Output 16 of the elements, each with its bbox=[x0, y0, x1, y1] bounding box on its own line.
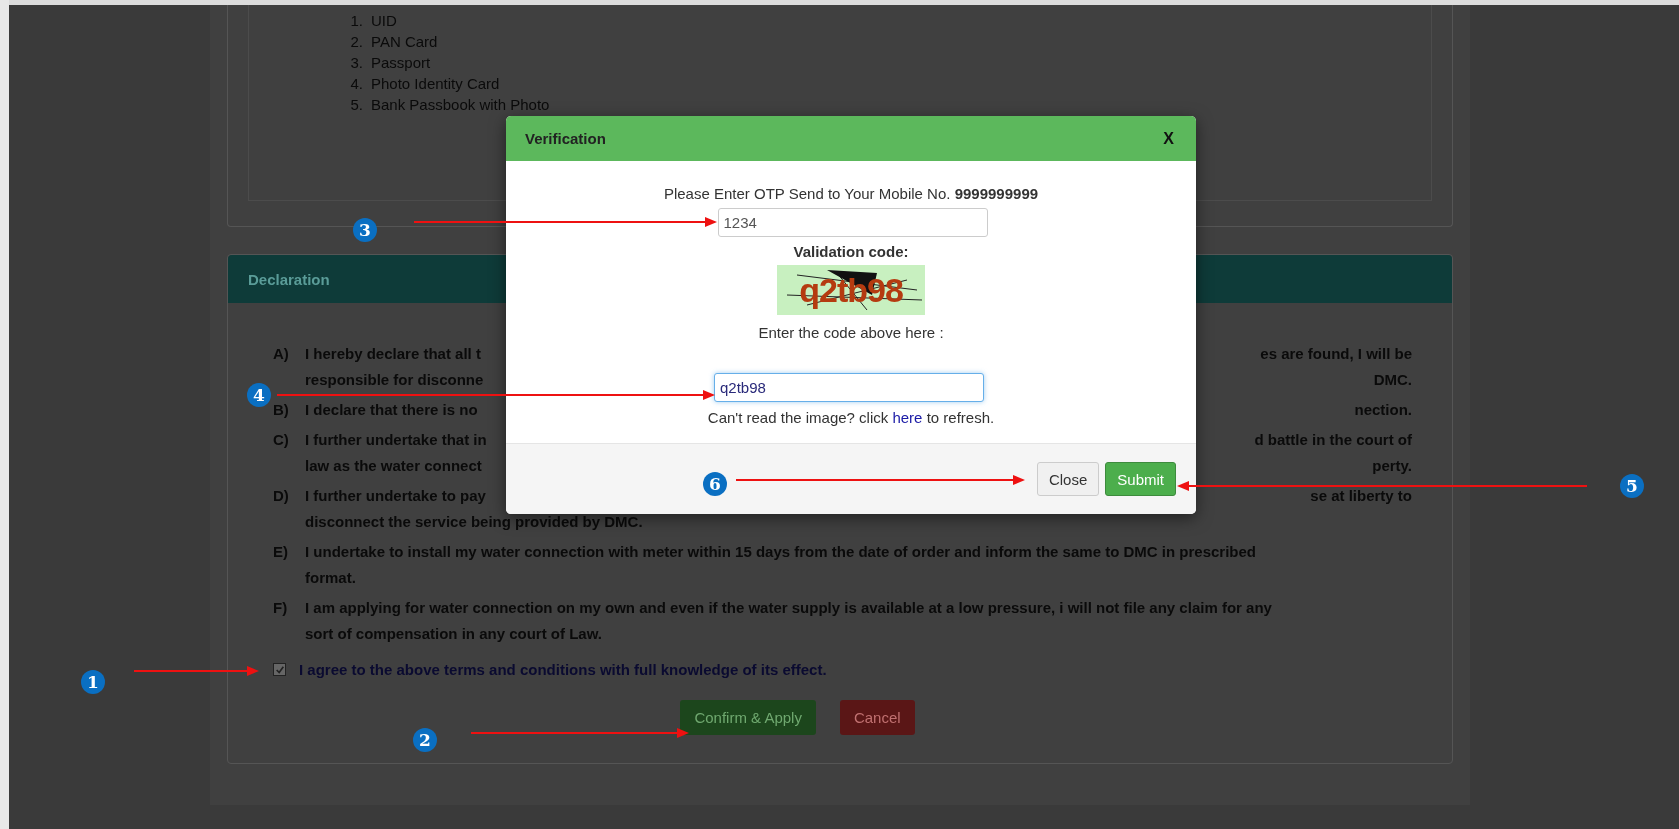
otp-prompt: Please Enter OTP Send to Your Mobile No. 9999999999 bbox=[663, 184, 1039, 204]
code-input[interactable]: q2tb98 bbox=[714, 373, 984, 402]
close-button[interactable]: X bbox=[1163, 129, 1174, 148]
cancel-button[interactable]: Cancel bbox=[839, 700, 915, 735]
dialog-title: Verification bbox=[525, 130, 606, 147]
agree-checkbox[interactable] bbox=[273, 663, 286, 676]
confirm-button[interactable]: Confirm & Apply bbox=[680, 700, 816, 735]
validation-label: Validation code: bbox=[793, 242, 909, 262]
code-label: Enter the code above here : bbox=[758, 323, 944, 343]
panel-title: Declaration bbox=[248, 270, 330, 288]
refresh-text: Can't read the image? click here to refresh. bbox=[707, 408, 995, 428]
step-badge: 5 bbox=[1620, 474, 1644, 498]
otp-input[interactable]: 1234 bbox=[717, 208, 988, 237]
close-button[interactable]: Close bbox=[1036, 462, 1100, 496]
step-badge: 1 bbox=[81, 670, 105, 694]
refresh-link[interactable]: here bbox=[892, 409, 923, 426]
